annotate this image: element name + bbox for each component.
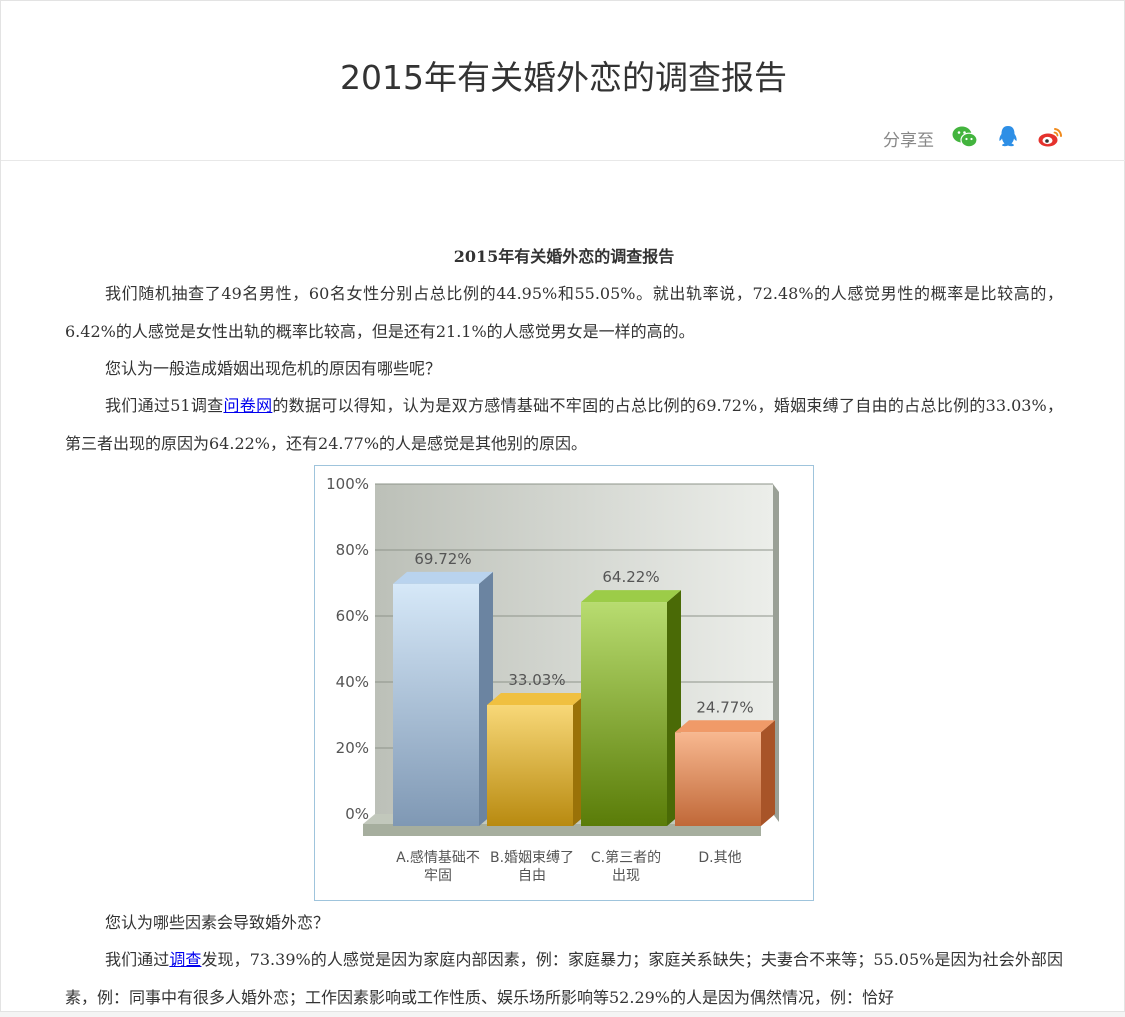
survey-link[interactable]: 调查 xyxy=(169,950,201,969)
wenjuan-link[interactable]: 问卷网 xyxy=(223,396,272,415)
paragraph-gender-ratio: 我们随机抽查了49名男性，60名女性分别占总比例的44.95%和55.05%。就… xyxy=(65,284,1063,341)
weibo-icon[interactable] xyxy=(1036,123,1064,151)
bar-top xyxy=(487,693,587,706)
bar-chart-svg: 0% 20% 40% 60% 80% 100% 69.72% A.感情基础不牢固 33.03% B… xyxy=(326,475,779,884)
paragraph-text: 我们通过51调查 xyxy=(105,396,224,415)
y-tick-label: 60% xyxy=(336,607,369,625)
share-label: 分享至 xyxy=(883,131,934,151)
x-tick-label: D.其他 xyxy=(698,850,741,866)
bar-top xyxy=(393,571,493,584)
data-label: 24.77% xyxy=(696,698,753,716)
bar-side xyxy=(761,720,775,826)
x-tick-label: 牢固 xyxy=(424,868,452,884)
bar-top xyxy=(581,590,681,603)
bar xyxy=(581,602,667,826)
y-tick-label: 0% xyxy=(345,805,369,823)
data-label: 64.22% xyxy=(602,568,659,586)
y-tick-label: 100% xyxy=(326,475,369,493)
paragraph-affair-factors: 我们通过调查发现，73.39%的人感觉是因为家庭内部因素，例：家庭暴力；家庭关系… xyxy=(65,941,1063,1017)
article-body: 2015年有关婚外恋的调查报告 我们随机抽查了49名男性，60名女性分别占总比例… xyxy=(65,241,1063,1017)
question-crisis-causes: 您认为一般造成婚姻出现危机的原因有哪些呢？ xyxy=(105,359,442,378)
paragraph-crisis-causes: 我们通过51调查问卷网的数据可以得知，认为是双方感情基础不牢固的占总比例的69.… xyxy=(65,387,1063,463)
y-tick-label: 20% xyxy=(336,739,369,757)
x-tick-label: C.第三者的 xyxy=(591,849,661,866)
x-tick-label: 自由 xyxy=(518,868,546,884)
bar-top xyxy=(675,720,775,733)
article-heading: 2015年有关婚外恋的调查报告 xyxy=(453,247,675,266)
paragraph-text: 我们通过 xyxy=(105,950,170,969)
header-divider xyxy=(1,160,1125,161)
bar-chart: 0% 20% 40% 60% 80% 100% 69.72% A.感情基础不 牢固 33.03% B… xyxy=(314,465,814,901)
data-label: 33.03% xyxy=(508,671,565,689)
y-tick-label: 40% xyxy=(336,673,369,691)
question-affair-factors: 您认为哪些因素会导致婚外恋？ xyxy=(105,913,330,932)
article-card: 2015年有关婚外恋的调查报告 分享至 2015年有关婚外恋的调查报告 我们随机… xyxy=(0,0,1125,1012)
qq-icon[interactable] xyxy=(994,123,1022,151)
data-label: 69.72% xyxy=(414,550,471,568)
bar xyxy=(393,583,479,826)
bar xyxy=(487,705,573,826)
paragraph-text: 发现，73.39%的人感觉是因为家庭内部因素，例：家庭暴力；家庭关系缺失；夫妻合… xyxy=(65,950,1063,1007)
bar xyxy=(675,732,761,826)
x-tick-label: A.感情基础不 xyxy=(396,849,480,866)
y-tick-label: 80% xyxy=(336,541,369,559)
x-tick-label: 出现 xyxy=(612,868,640,884)
wechat-icon[interactable] xyxy=(951,123,979,151)
x-tick-label: B.婚姻束缚了 xyxy=(490,849,574,866)
page-title: 2015年有关婚外恋的调查报告 xyxy=(340,58,787,97)
